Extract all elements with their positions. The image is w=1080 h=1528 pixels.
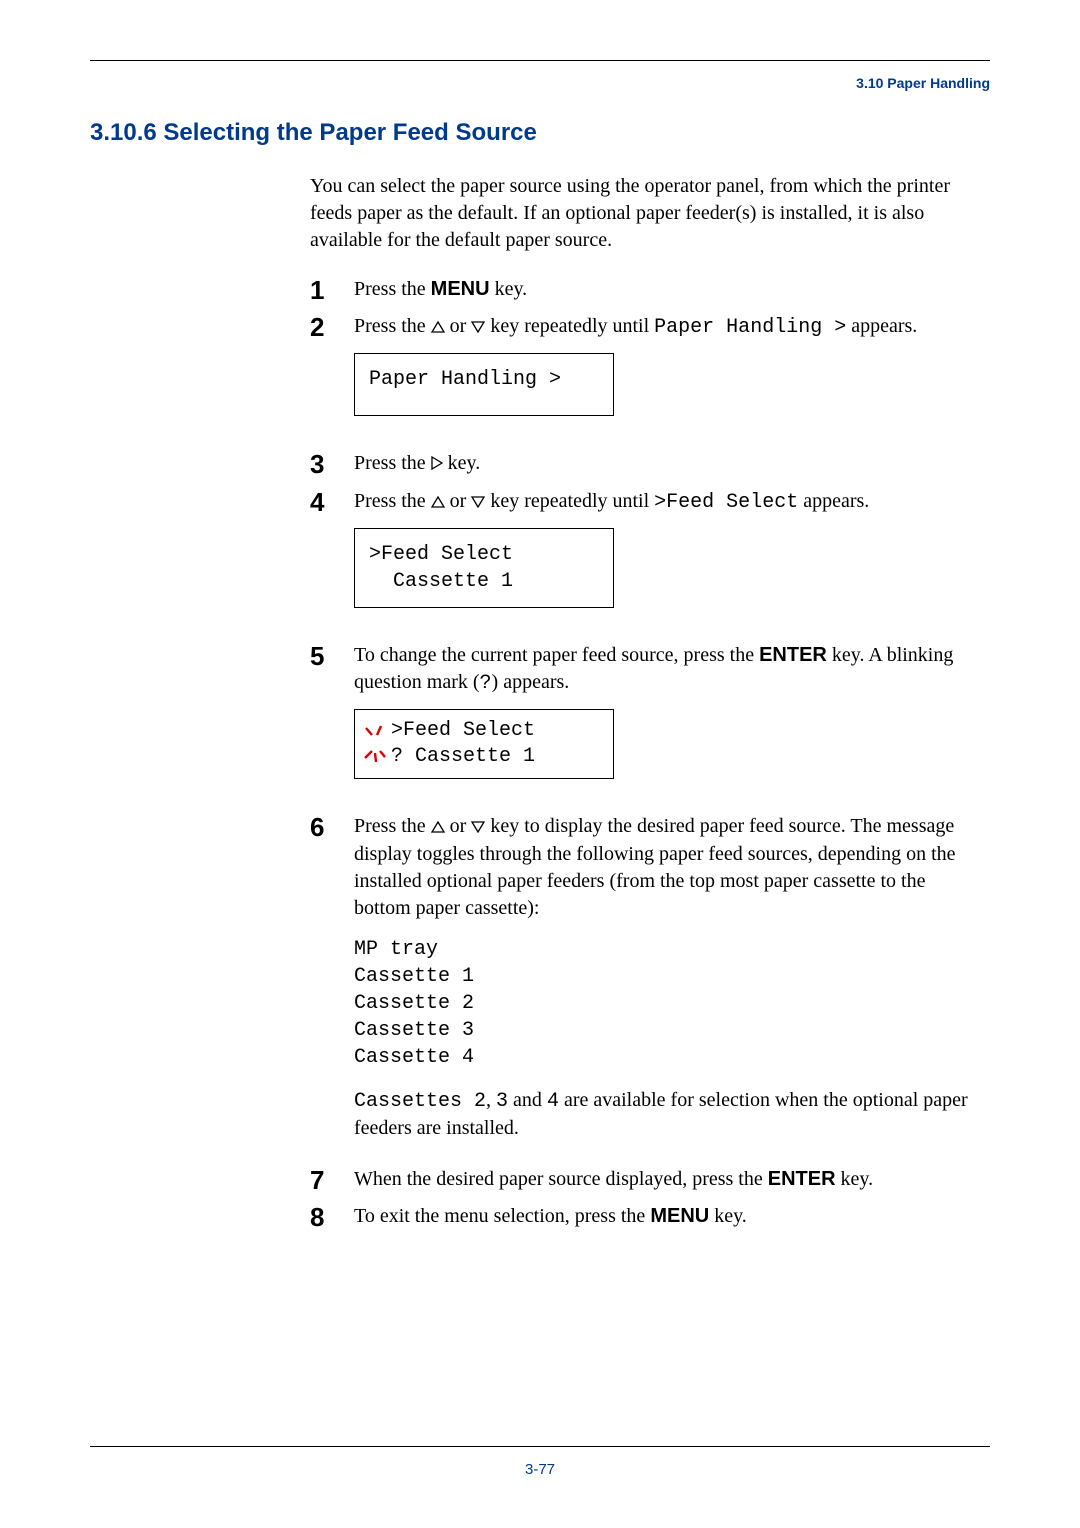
page-number: 3-77 <box>90 1461 990 1478</box>
step-8: 8 To exit the menu selection, press the … <box>310 1203 980 1230</box>
text: Press the <box>354 490 431 512</box>
step-body: When the desired paper source displayed,… <box>354 1166 980 1193</box>
feed-source-list: MP tray Cassette 1 Cassette 2 Cassette 3… <box>354 936 980 1071</box>
text: key repeatedly until <box>485 490 654 512</box>
triangle-up-icon <box>431 814 445 841</box>
text: appears. <box>846 315 917 337</box>
enter-key-label: ENTER <box>768 1168 836 1190</box>
lcd-line-1: >Feed Select <box>391 718 535 744</box>
steps-list: 1 Press the MENU key. 2 Press the or key… <box>310 276 980 1230</box>
text: appears. <box>798 490 869 512</box>
lcd-display: >Feed Select Cassette 1 <box>354 528 614 608</box>
text: ) appears. <box>492 671 570 693</box>
text: or <box>445 815 472 837</box>
triangle-down-icon <box>471 489 485 516</box>
step-2: 2 Press the or key repeatedly until Pape… <box>310 313 980 440</box>
step-number: 8 <box>310 1203 354 1230</box>
section-title: 3.10.6 Selecting the Paper Feed Source <box>90 119 990 147</box>
step-body: Press the or key to display the desired … <box>354 813 980 1156</box>
header-section-ref: 3.10 Paper Handling <box>90 75 990 91</box>
lcd-display-blinking: >Feed Select ? Cassette 1 <box>354 709 614 779</box>
step-5: 5 To change the current paper feed sourc… <box>310 642 980 803</box>
step-number: 6 <box>310 813 354 840</box>
step-number: 3 <box>310 450 354 477</box>
lcd-display: Paper Handling > <box>354 353 614 416</box>
text: Press the <box>354 452 431 474</box>
step-body: To change the current paper feed source,… <box>354 642 980 803</box>
step-body: To exit the menu selection, press the ME… <box>354 1203 980 1230</box>
text: and <box>508 1089 547 1111</box>
enter-key-label: ENTER <box>759 644 827 666</box>
text: Press the <box>354 278 431 300</box>
cassette-note-code: Cassettes 2 <box>354 1090 486 1113</box>
step-6: 6 Press the or key to display the desire… <box>310 813 980 1156</box>
blink-indicator-icon <box>361 720 389 766</box>
text: key. <box>709 1205 747 1227</box>
text: or <box>445 490 472 512</box>
text: key. <box>443 452 481 474</box>
menu-key-label: MENU <box>431 278 490 300</box>
text: key. <box>836 1168 874 1190</box>
triangle-up-icon <box>431 314 445 341</box>
text: Press the <box>354 815 431 837</box>
cassette-note-code: 3 <box>496 1090 508 1113</box>
step-3: 3 Press the key. <box>310 450 980 478</box>
text: To change the current paper feed source,… <box>354 644 759 666</box>
step-body: Press the key. <box>354 450 980 478</box>
question-mark: ? <box>480 672 492 695</box>
text: key repeatedly until <box>485 315 654 337</box>
step-number: 1 <box>310 276 354 303</box>
step-number: 4 <box>310 488 354 515</box>
step-number: 7 <box>310 1166 354 1193</box>
top-rule <box>90 60 990 61</box>
step-number: 5 <box>310 642 354 669</box>
triangle-down-icon <box>471 814 485 841</box>
triangle-up-icon <box>431 489 445 516</box>
step-1: 1 Press the MENU key. <box>310 276 980 303</box>
display-text: >Feed Select <box>654 491 798 514</box>
step-body: Press the or key repeatedly until >Feed … <box>354 488 980 632</box>
lcd-line-2: ? Cassette 1 <box>391 744 535 770</box>
step-4: 4 Press the or key repeatedly until >Fee… <box>310 488 980 632</box>
text: Press the <box>354 315 431 337</box>
cassette-note-code: 4 <box>547 1090 559 1113</box>
step-body: Press the MENU key. <box>354 276 980 303</box>
triangle-right-icon <box>431 451 443 478</box>
text: or <box>445 315 472 337</box>
text: key. <box>490 278 528 300</box>
menu-key-label: MENU <box>650 1205 709 1227</box>
step-body: Press the or key repeatedly until Paper … <box>354 313 980 440</box>
text: To exit the menu selection, press the <box>354 1205 650 1227</box>
display-text: Paper Handling > <box>654 316 846 339</box>
step-number: 2 <box>310 313 354 340</box>
bottom-rule <box>90 1446 990 1447</box>
step-7: 7 When the desired paper source displaye… <box>310 1166 980 1193</box>
intro-paragraph: You can select the paper source using th… <box>310 173 980 254</box>
triangle-down-icon <box>471 314 485 341</box>
text: When the desired paper source displayed,… <box>354 1168 768 1190</box>
text: , <box>486 1089 496 1111</box>
